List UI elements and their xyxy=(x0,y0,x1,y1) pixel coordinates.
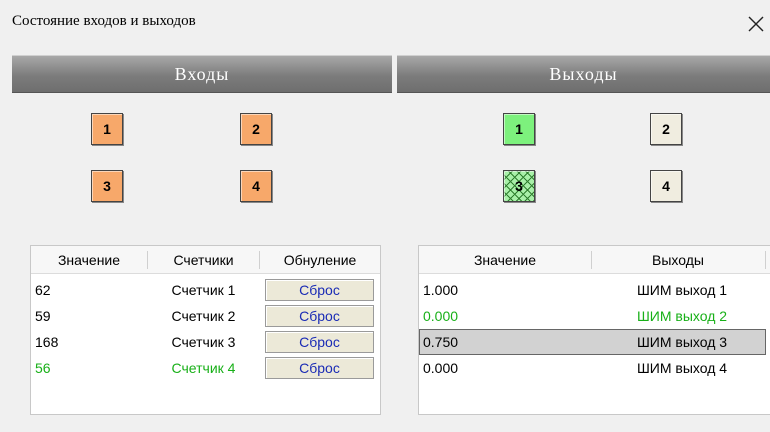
output-indicator-1[interactable]: 1 xyxy=(503,113,535,145)
output-indicator-2[interactable]: 2 xyxy=(650,113,682,145)
counter-value: 59 xyxy=(35,308,51,324)
window-title: Состояние входов и выходов xyxy=(12,13,196,29)
column-header-reset[interactable]: Обнуление xyxy=(260,246,380,274)
input-indicator-2[interactable]: 2 xyxy=(240,113,272,145)
inputs-table: Значение Счетчики Обнуление 62 Счетчик 1… xyxy=(30,245,381,415)
table-row[interactable]: 62 Счетчик 1 Сброс xyxy=(31,277,380,303)
output-name: ШИМ выход 2 xyxy=(636,308,728,324)
close-icon[interactable] xyxy=(744,12,768,36)
inputs-table-header: Значение Счетчики Обнуление xyxy=(31,246,380,274)
counter-value: 62 xyxy=(35,282,51,298)
outputs-header: Выходы xyxy=(397,55,770,93)
output-name: ШИМ выход 1 xyxy=(636,282,728,298)
counter-name: Счетчик 1 xyxy=(171,282,236,298)
output-value: 0.000 xyxy=(423,308,459,324)
input-indicator-4[interactable]: 4 xyxy=(240,170,272,202)
output-indicator-3[interactable]: 3 xyxy=(503,170,535,202)
table-row[interactable]: 0.000 ШИМ выход 2 xyxy=(419,303,770,329)
output-value: 0.750 xyxy=(423,334,459,350)
column-header-value[interactable]: Значение xyxy=(31,246,147,274)
output-name: ШИМ выход 4 xyxy=(636,360,728,376)
reset-button[interactable]: Сброс xyxy=(265,331,374,353)
reset-button[interactable]: Сброс xyxy=(265,357,374,379)
outputs-table-header: Значение Выходы xyxy=(419,246,770,274)
counter-name: Счетчик 2 xyxy=(171,308,236,324)
counter-value: 56 xyxy=(35,360,51,376)
output-name: ШИМ выход 3 xyxy=(636,334,728,350)
output-value: 0.000 xyxy=(423,360,459,376)
output-value: 1.000 xyxy=(423,282,459,298)
table-row[interactable]: 1.000 ШИМ выход 1 xyxy=(419,277,770,303)
outputs-table: Значение Выходы 1.000 ШИМ выход 1 0.000 … xyxy=(418,245,770,415)
reset-button[interactable]: Сброс xyxy=(265,305,374,327)
input-indicator-3[interactable]: 3 xyxy=(91,170,123,202)
counter-name: Счетчик 3 xyxy=(171,334,236,350)
table-row[interactable]: 168 Счетчик 3 Сброс xyxy=(31,329,380,355)
table-row[interactable]: 59 Счетчик 2 Сброс xyxy=(31,303,380,329)
input-indicator-1[interactable]: 1 xyxy=(91,113,123,145)
column-header-value[interactable]: Значение xyxy=(419,246,591,274)
table-row[interactable]: 0.000 ШИМ выход 4 xyxy=(419,355,770,381)
title-bar: Состояние входов и выходов xyxy=(0,0,770,44)
inputs-header: Входы xyxy=(12,55,392,93)
table-row-selected[interactable]: 0.750 ШИМ выход 3 xyxy=(419,329,766,355)
counter-value: 168 xyxy=(35,334,59,350)
reset-button[interactable]: Сброс xyxy=(265,279,374,301)
counter-name: Счетчик 4 xyxy=(171,360,236,376)
column-header-counters[interactable]: Счетчики xyxy=(148,246,259,274)
column-header-outputs[interactable]: Выходы xyxy=(592,246,764,274)
output-indicator-4[interactable]: 4 xyxy=(650,170,682,202)
table-row[interactable]: 56 Счетчик 4 Сброс xyxy=(31,355,380,381)
column-divider[interactable] xyxy=(765,251,766,269)
